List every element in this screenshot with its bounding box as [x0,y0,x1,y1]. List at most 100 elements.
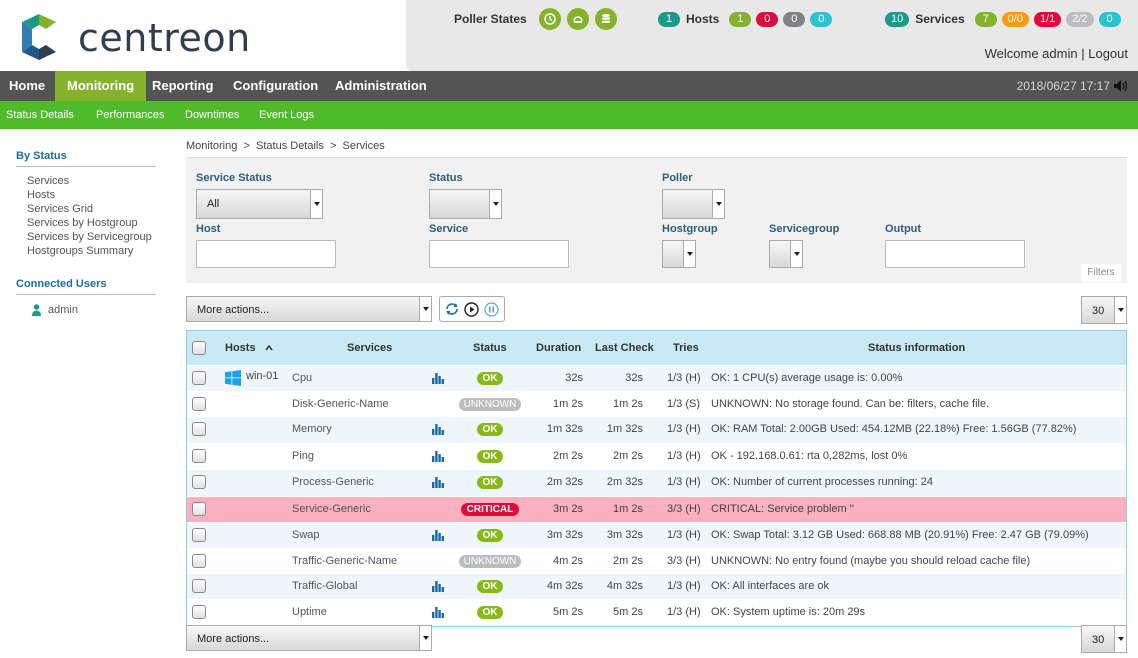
services-label[interactable]: Services [915,12,964,26]
nav-configuration[interactable]: Configuration [223,71,328,101]
more-actions-select-top[interactable]: More actions... [186,296,432,322]
database-icon[interactable] [594,8,617,30]
subnav-event-logs[interactable]: Event Logs [259,101,314,129]
play-icon[interactable] [464,302,479,317]
row-checkbox[interactable] [192,397,206,411]
service-name[interactable]: Service-Generic [292,497,371,522]
service-name[interactable]: Cpu [292,366,312,391]
table-row[interactable]: Service-Generic CRITICAL 3m 2s 1m 2s 3/3 (H)… [187,496,1126,522]
table-row[interactable]: win-01 Cpu OK 32s 32s 1/3 (H) OK: 1 CPU(s) ave… [187,365,1126,391]
row-checkbox[interactable] [192,605,206,619]
col-hosts[interactable]: Hosts [225,331,256,365]
col-status[interactable]: Status [473,331,507,365]
services-critical-badge[interactable]: 1/1 [1033,11,1062,27]
table-row[interactable]: Disk-Generic-Name UNKNOWN 1m 2s 1m 2s 1/3 (S… [187,391,1126,416]
row-checkbox[interactable] [192,422,206,436]
nav-monitoring[interactable]: Monitoring [55,71,147,101]
sidebar-link-hosts[interactable]: Hosts [27,188,156,202]
duration: 32s [565,372,583,384]
page-size-select-top[interactable]: 30 [1081,296,1127,324]
sidebar-link-services[interactable]: Services [27,174,156,188]
services-total-badge[interactable]: 10 [885,11,910,27]
service-name[interactable]: Ping [292,444,314,469]
col-services[interactable]: Services [347,331,392,365]
nav-home[interactable]: Home [0,71,54,101]
latency-icon[interactable] [566,8,589,30]
service-name[interactable]: Traffic-Generic-Name [292,549,397,574]
select-all-checkbox[interactable] [192,341,206,355]
chart-icon[interactable] [432,477,444,488]
hosts-unreachable-badge[interactable]: 0 [783,11,806,27]
col-status-info[interactable]: Status information [868,331,965,365]
chart-icon[interactable] [432,451,444,462]
sidebar-link-services-by-servicegroup[interactable]: Services by Servicegroup [27,230,156,244]
connected-user[interactable]: admin [16,303,156,319]
service-name[interactable]: Traffic-Global [292,574,357,599]
row-checkbox[interactable] [192,449,206,463]
table-row[interactable]: Traffic-Global OK 4m 32s 4m 32s 1/3 (H) OK: A… [187,573,1126,599]
chart-icon[interactable] [432,424,444,435]
chart-icon[interactable] [432,373,444,384]
sidebar-link-hostgroups-summary[interactable]: Hostgroups Summary [27,244,156,258]
logout-link[interactable]: Logout [1088,46,1128,61]
row-checkbox[interactable] [192,528,206,542]
col-tries[interactable]: Tries [673,331,699,365]
row-checkbox[interactable] [192,371,206,385]
page-size-select-bottom[interactable]: 30 [1081,625,1127,653]
row-checkbox[interactable] [192,554,206,568]
service-name[interactable]: Disk-Generic-Name [292,392,389,417]
pause-icon[interactable] [484,302,499,317]
servicegroup-select[interactable] [769,240,803,268]
output-input[interactable] [885,240,1025,268]
subnav-status-details[interactable]: Status Details [6,101,74,129]
service-name[interactable]: Process-Generic [292,470,374,495]
chart-icon[interactable] [432,581,444,592]
table-row[interactable]: Memory OK 1m 32s 1m 32s 1/3 (H) OK: RAM Total… [187,416,1126,443]
service-name[interactable]: Swap [292,523,320,548]
table-row[interactable]: Swap OK 3m 32s 3m 32s 1/3 (H) OK: Swap Total:… [187,522,1126,548]
service-status-select[interactable]: All [196,189,323,219]
row-checkbox[interactable] [192,502,206,516]
poller-select[interactable] [662,189,725,219]
services-unknown-badge[interactable]: 2/2 [1066,11,1094,27]
speaker-icon[interactable] [1114,80,1128,92]
hosts-down-badge[interactable]: 0 [756,11,779,27]
hosts-pending-badge[interactable]: 0 [810,11,833,27]
table-row[interactable]: Process-Generic OK 2m 32s 2m 32s 1/3 (H) OK: … [187,469,1126,496]
service-name[interactable]: Uptime [292,600,327,625]
nav-administration[interactable]: Administration [325,71,437,101]
subnav-downtimes[interactable]: Downtimes [185,101,239,129]
hosts-total-badge[interactable]: 1 [658,11,680,27]
more-actions-select-bottom[interactable]: More actions... [186,625,432,651]
col-duration[interactable]: Duration [536,331,581,365]
row-checkbox[interactable] [192,579,206,593]
chart-icon[interactable] [432,530,444,541]
col-last-check[interactable]: Last Check [595,331,654,365]
sidebar-link-services-grid[interactable]: Services Grid [27,202,156,216]
nav-reporting[interactable]: Reporting [142,71,223,101]
subnav-performances[interactable]: Performances [96,101,164,129]
services-pending-badge[interactable]: 0 [1098,11,1121,27]
hosts-up-badge[interactable]: 1 [729,11,752,27]
table-row[interactable]: Uptime OK 5m 2s 5m 2s 1/3 (H) OK: System upti… [187,599,1126,626]
sort-ascending-icon[interactable] [265,345,273,351]
table-row[interactable]: Ping OK 2m 2s 2m 2s 1/3 (H) OK - 192.168.0.61… [187,443,1126,469]
chart-icon[interactable] [432,607,444,618]
filters-tab[interactable]: Filters [1081,264,1121,282]
services-warning-badge[interactable]: 0/0 [1001,11,1029,27]
clock-icon[interactable] [538,8,561,30]
table-row[interactable]: Traffic-Generic-Name UNKNOWN 4m 2s 2m 2s 3/3… [187,548,1126,573]
hosts-label[interactable]: Hosts [686,12,719,26]
host-name[interactable]: win-01 [246,364,278,389]
services-ok-badge[interactable]: 7 [974,11,997,27]
centreon-logo[interactable]: centreon [16,14,276,60]
sidebar-link-services-by-hostgroup[interactable]: Services by Hostgroup [27,216,156,230]
row-checkbox[interactable] [192,475,206,489]
service-input[interactable] [429,240,569,268]
status-select[interactable] [429,189,502,219]
last-check: 1m 2s [613,398,643,410]
hostgroup-select[interactable] [662,240,696,268]
host-input[interactable] [196,240,336,268]
refresh-icon[interactable] [445,302,459,316]
service-name[interactable]: Memory [292,417,332,442]
